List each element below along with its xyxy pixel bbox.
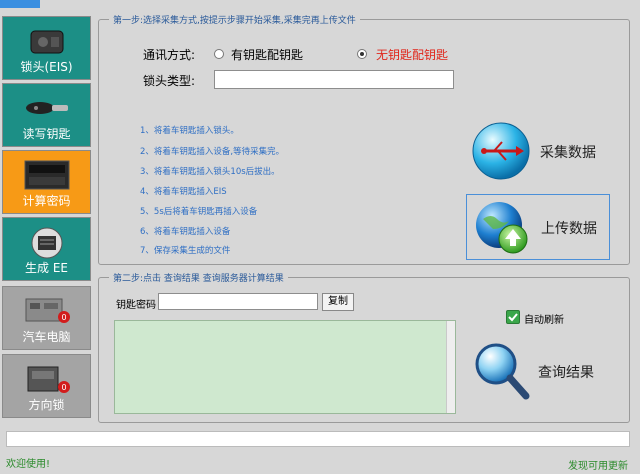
sidebar-item-label: 汽车电脑: [22, 330, 71, 344]
sidebar-item-label: 锁头(EIS): [20, 60, 73, 74]
instruction-7: 7、保存采集生成的文件: [140, 246, 231, 256]
result-textarea[interactable]: [114, 320, 456, 414]
instruction-1: 1、将着车钥匙插入锁头。: [140, 126, 239, 136]
sidebar-item-calc-password[interactable]: 计算密码: [2, 150, 91, 214]
lock-type-input[interactable]: [214, 70, 454, 89]
checkmark-icon: [508, 313, 518, 322]
key-password-label: 钥匙密码: [116, 300, 156, 311]
radio-with-key[interactable]: [214, 49, 224, 59]
radio-no-key-label[interactable]: 无钥匙配钥匙: [376, 46, 448, 63]
usb-icon: [472, 122, 530, 180]
upload-data-label: 上传数据: [541, 221, 597, 237]
sidebar-item-car-ecu[interactable]: 0 汽车电脑: [2, 286, 91, 350]
step1-title: 第一步:选择采集方式,按提示步骤开始采集,采集完再上传文件: [109, 13, 360, 26]
lock-cylinder-icon: [30, 30, 63, 54]
welcome-status: 欢迎使用!: [6, 459, 51, 470]
sidebar-item-generate-ee[interactable]: 生成 EE: [2, 217, 91, 281]
sidebar-item-eis[interactable]: 锁头(EIS): [2, 16, 91, 80]
sidebar-item-label: 读写钥匙: [22, 127, 71, 141]
collect-data-label: 采集数据: [540, 145, 596, 161]
auto-refresh-label[interactable]: 自动刷新: [524, 311, 564, 326]
sidebar-item-read-write-key[interactable]: 读写钥匙: [2, 83, 91, 147]
svg-text:0: 0: [61, 383, 66, 392]
auto-refresh-checkbox[interactable]: [506, 310, 520, 324]
result-scrollbar[interactable]: [446, 321, 455, 413]
sidebar-item-label: 方向锁: [28, 398, 65, 412]
collect-data-button[interactable]: 采集数据: [466, 118, 610, 180]
comm-method-label: 通讯方式:: [143, 48, 196, 62]
upload-data-button[interactable]: 上传数据: [466, 194, 610, 260]
instruction-6: 6、将着车钥匙插入设备: [140, 227, 231, 237]
ecu-board-icon: 0: [25, 298, 70, 323]
calculator-screen-icon: [24, 160, 69, 190]
update-available-link[interactable]: 发现可用更新: [568, 457, 628, 472]
chip-icon: [31, 227, 62, 259]
radio-no-key[interactable]: [357, 49, 367, 59]
lock-type-label: 锁头类型:: [143, 74, 196, 88]
progress-bar: [6, 431, 630, 447]
instruction-4: 4、将着车钥匙插入EIS: [140, 187, 227, 197]
query-results-button[interactable]: 查询结果: [472, 340, 612, 402]
globe-upload-icon: [476, 202, 528, 254]
svg-text:0: 0: [61, 313, 66, 322]
radio-with-key-label[interactable]: 有钥匙配钥匙: [231, 46, 303, 63]
copy-button[interactable]: 复制: [322, 293, 354, 311]
instruction-5: 5、5s后将着车钥匙再插入设备: [140, 207, 258, 217]
car-key-icon: [25, 102, 68, 114]
query-results-label: 查询结果: [538, 365, 594, 381]
title-bar-fragment: [0, 0, 40, 8]
sidebar-item-label: 生成 EE: [25, 261, 68, 275]
steering-lock-module-icon: 0: [27, 366, 70, 393]
step2-title: 第二步:点击 查询结果 查询服务器计算结果: [109, 271, 288, 284]
instruction-2: 2、将着车钥匙插入设备,等待采集完。: [140, 147, 285, 157]
radio-dot: [360, 52, 364, 56]
instruction-3: 3、将着车钥匙插入锁头10s后拔出。: [140, 167, 280, 177]
magnifier-icon: [475, 343, 530, 400]
sidebar-item-label: 计算密码: [22, 194, 71, 208]
sidebar-item-steering-lock[interactable]: 0 方向锁: [2, 354, 91, 418]
app-window: 锁头(EIS) 读写钥匙 计算密码 生成 EE 0 汽车电脑 0 方向锁 第一步…: [0, 0, 640, 474]
key-password-input[interactable]: [158, 293, 318, 310]
